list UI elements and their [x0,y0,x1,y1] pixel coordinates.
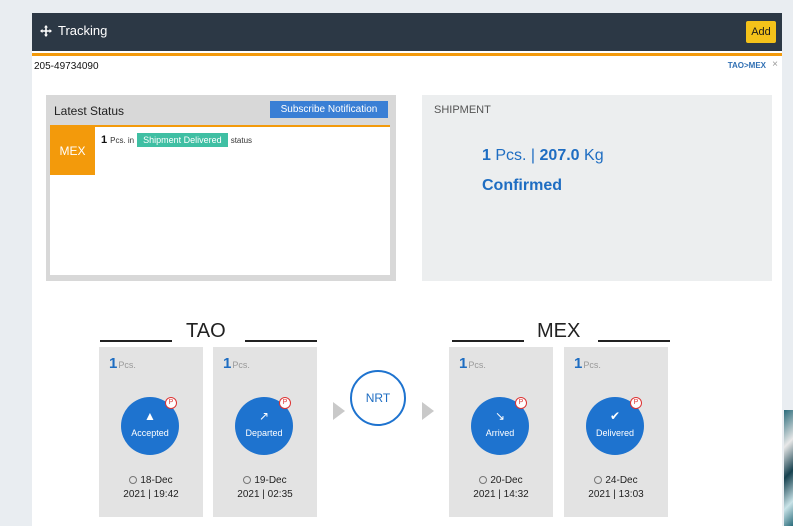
event-card-arrived[interactable]: 1Pcs. ↘ Arrived P 20-Dec 2021 | 14:32 [449,347,553,517]
widget-title-text: Tracking [58,23,108,38]
departed-event-circle: ↗ Departed P [235,397,293,455]
clock-icon [479,476,488,484]
clock-icon [243,476,252,484]
awb-number: 205-49734090 [34,61,99,72]
accepted-event-circle: ▲ Accepted P [121,397,179,455]
widget-header: Tracking Add [32,13,782,51]
shipment-summary: 1 Pcs. | 207.0 Kg [482,147,604,165]
arrow-up-right-icon: ↗ [258,409,270,423]
pdf-badge-icon[interactable]: P [515,397,527,409]
origin-line-left [100,340,172,342]
event-pieces: 1Pcs. [223,355,250,372]
status-line: 1 Pcs. in Shipment Delivered status [101,133,252,147]
event-pieces: 1Pcs. [574,355,601,372]
destination-line-right [598,340,670,342]
event-card-delivered[interactable]: 1Pcs. ✔ Delivered P 24-Dec 2021 | 13:03 [564,347,668,517]
delivered-event-circle: ✔ Delivered P [586,397,644,455]
event-time: 2021 | 14:32 [473,489,529,500]
event-card-departed[interactable]: 1Pcs. ↗ Departed P 19-Dec 2021 | 02:35 [213,347,317,517]
event-time: 2021 | 19:42 [123,489,179,500]
status-pieces-text: Pcs. in [110,135,135,145]
destination-code: MEX [50,127,95,175]
event-label: Delivered [595,428,635,438]
check-icon: ✔ [609,409,621,423]
origin-airport: TAO [186,320,226,342]
chevron-right-icon [333,402,345,420]
event-date: 19-Dec [213,475,317,486]
shipment-weight-unit: Kg [584,147,604,164]
event-pieces: 1Pcs. [109,355,136,372]
shipment-pieces: 1 [482,147,491,164]
arrow-down-right-icon: ↘ [494,409,506,423]
shipment-panel: SHIPMENT 1 Pcs. | 207.0 Kg Confirmed [422,95,772,281]
event-label: Arrived [485,428,515,438]
arrived-event-circle: ↘ Arrived P [471,397,529,455]
event-label: Departed [245,428,283,438]
status-badge: Shipment Delivered [137,133,228,147]
event-date: 20-Dec [449,475,553,486]
event-date: 24-Dec [564,475,668,486]
event-card-accepted[interactable]: 1Pcs. ▲ Accepted P 18-Dec 2021 | 19:42 [99,347,203,517]
widget-title[interactable]: Tracking [40,23,107,38]
shipment-pieces-unit: Pcs. | [495,147,536,164]
shipment-title: SHIPMENT [434,104,491,116]
header-divider [32,53,782,56]
chevron-right-icon [422,402,434,420]
event-time: 2021 | 13:03 [588,489,644,500]
event-date: 18-Dec [99,475,203,486]
background-decoration [784,410,793,526]
clock-icon [129,476,138,484]
event-time: 2021 | 02:35 [237,489,293,500]
destination-line-left [452,340,524,342]
subscribe-notification-button[interactable]: Subscribe Notification [270,101,388,118]
shipment-status: Confirmed [482,177,562,194]
close-icon[interactable]: × [772,59,778,70]
latest-status-panel: Latest Status Subscribe Notification MEX… [46,95,396,281]
event-label: Accepted [131,428,169,438]
thumbs-up-icon: ▲ [144,409,156,423]
move-icon[interactable] [40,24,52,37]
shipment-weight: 207.0 [539,147,580,164]
add-button[interactable]: Add [746,21,776,43]
pdf-badge-icon[interactable]: P [165,397,177,409]
route-link[interactable]: TAO>MEX [728,61,766,70]
pdf-badge-icon[interactable]: P [630,397,642,409]
clock-icon [594,476,603,484]
destination-airport: MEX [537,320,581,342]
status-pieces: 1 [101,134,108,146]
origin-line-right [245,340,317,342]
pdf-badge-icon[interactable]: P [279,397,291,409]
status-suffix: status [230,135,253,145]
latest-status-body: MEX 1 Pcs. in Shipment Delivered status [50,125,390,275]
latest-status-title: Latest Status [54,104,125,118]
event-pieces: 1Pcs. [459,355,486,372]
transit-airport[interactable]: NRT [350,370,406,426]
